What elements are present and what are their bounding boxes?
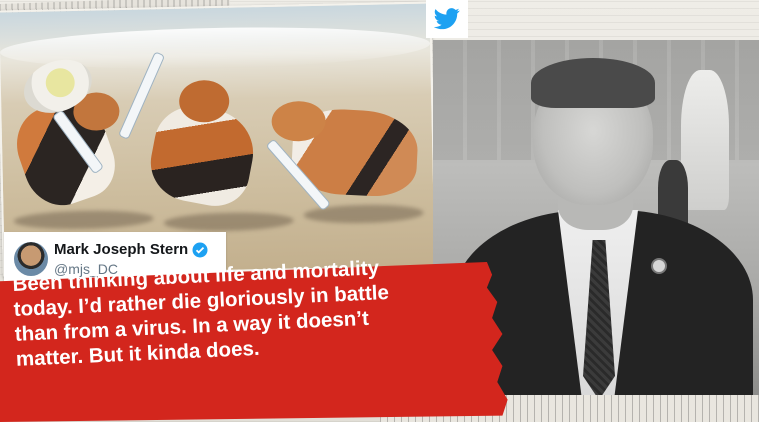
hair [531,58,655,108]
twitter-bird-icon [434,8,460,30]
dog-shadow [163,211,294,233]
author-name: Mark Joseph Stern [54,241,189,258]
twitter-badge [426,0,468,38]
lapel-pin [651,258,667,274]
statue [681,70,729,210]
author-name-row: Mark Joseph Stern [54,241,208,258]
verified-badge-icon [192,242,208,257]
dog-shadow [13,209,154,231]
